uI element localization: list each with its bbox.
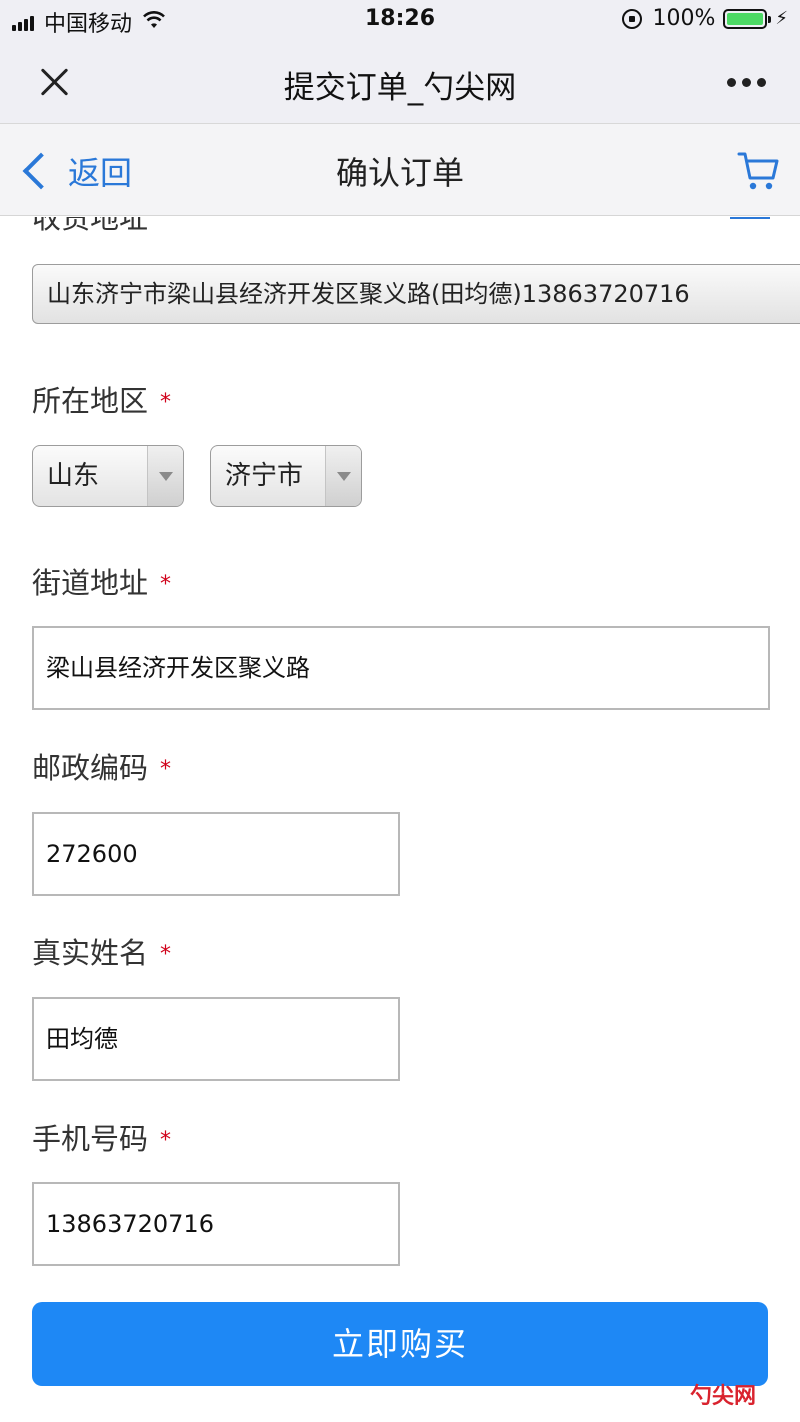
phone-label-text: 手机号码 <box>32 1122 149 1156</box>
more-icon[interactable] <box>721 78 766 87</box>
real-name-input[interactable]: 田均德 <box>32 997 400 1081</box>
charging-icon: ⚡ <box>775 8 788 29</box>
buy-now-button[interactable]: 立即购买 <box>32 1302 768 1386</box>
cart-icon[interactable] <box>736 148 782 194</box>
street-label: 街道地址 * <box>32 560 171 602</box>
required-mark: * <box>160 390 172 415</box>
required-mark: * <box>160 572 172 597</box>
province-select[interactable]: 山东 <box>32 445 184 507</box>
required-mark: * <box>160 1128 172 1153</box>
status-right: 100% ⚡ <box>622 6 788 31</box>
order-form: 收货地址 山东济宁市梁山县经济开发区聚义路(田均德)13863720716 所在… <box>0 217 800 1422</box>
street-label-text: 街道地址 <box>32 566 149 600</box>
region-label: 所在地区 * <box>32 378 171 420</box>
status-bar: 中国移动 18:26 100% ⚡ <box>0 0 800 40</box>
chevron-down-icon <box>147 446 183 506</box>
phone-input[interactable]: 13863720716 <box>32 1182 400 1266</box>
postcode-label: 邮政编码 * <box>32 745 171 787</box>
address-section-label: 收货地址 <box>32 217 149 235</box>
name-label: 真实姓名 * <box>32 930 171 972</box>
required-mark: * <box>160 757 172 782</box>
title-bar: 提交订单_勺尖网 <box>0 40 800 124</box>
edit-address-icon[interactable] <box>730 217 770 219</box>
province-value: 山东 <box>47 461 100 491</box>
page-title: 确认订单 <box>335 154 464 192</box>
city-value: 济宁市 <box>225 461 304 491</box>
region-label-text: 所在地区 <box>32 384 149 418</box>
street-address-input[interactable]: 梁山县经济开发区聚义路 <box>32 626 770 710</box>
battery-icon <box>723 8 772 29</box>
chevron-down-icon <box>325 446 361 506</box>
postcode-input[interactable]: 272600 <box>32 812 400 896</box>
city-select[interactable]: 济宁市 <box>210 445 362 507</box>
name-label-text: 真实姓名 <box>32 936 149 970</box>
site-watermark: 勺尖网 <box>689 1384 756 1409</box>
window-title: 提交订单_勺尖网 <box>283 70 517 106</box>
rotation-lock-icon <box>622 8 643 29</box>
required-mark: * <box>160 942 172 967</box>
battery-fill <box>727 12 764 25</box>
saved-address-select[interactable]: 山东济宁市梁山县经济开发区聚义路(田均德)13863720716 <box>32 264 800 324</box>
page-header: 返回 确认订单 <box>0 124 800 216</box>
postcode-label-text: 邮政编码 <box>32 751 149 785</box>
battery-percent: 100% <box>652 6 716 31</box>
phone-label: 手机号码 * <box>32 1116 171 1158</box>
